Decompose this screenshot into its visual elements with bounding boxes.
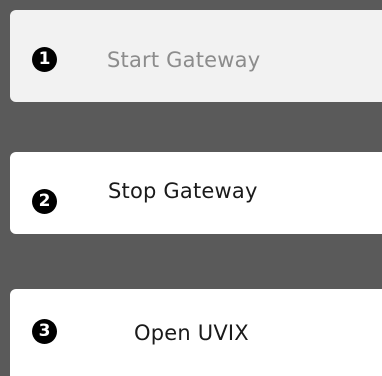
open-uvix-button[interactable]: 3 Open UVIX: [10, 289, 382, 376]
start-gateway-label: Start Gateway: [107, 48, 261, 72]
step-2-badge: 2: [32, 189, 57, 214]
start-gateway-button[interactable]: 1 Start Gateway: [10, 10, 382, 102]
step-1-badge: 1: [32, 46, 57, 72]
gateway-control-panel: 1 Start Gateway 2 Stop Gateway 3 Open UV…: [0, 0, 382, 376]
stop-gateway-label: Stop Gateway: [108, 179, 258, 203]
step-3-badge: 3: [32, 319, 57, 344]
stop-gateway-button[interactable]: 2 Stop Gateway: [10, 152, 382, 234]
open-uvix-label: Open UVIX: [134, 321, 249, 345]
